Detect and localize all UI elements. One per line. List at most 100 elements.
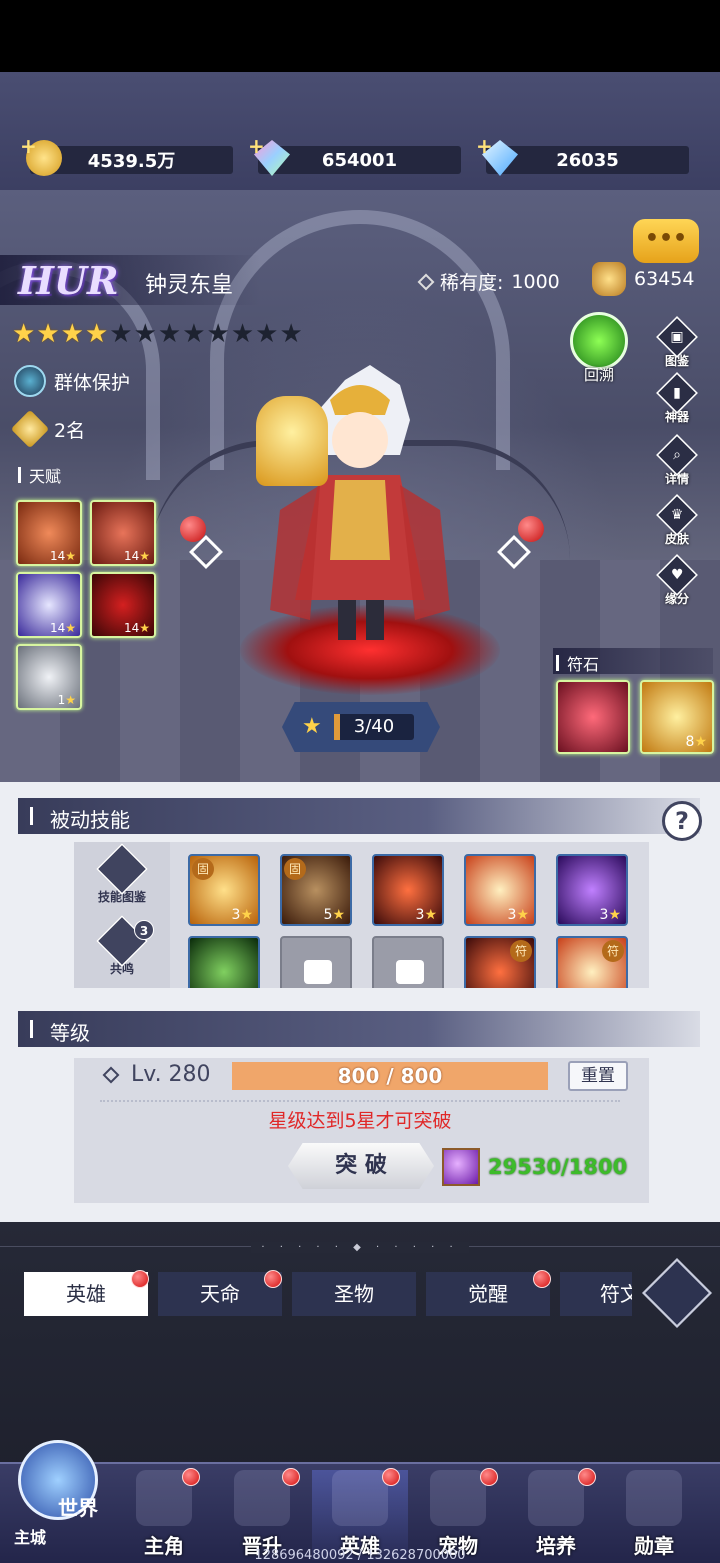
rune-slot-2[interactable]: 8★ bbox=[640, 680, 714, 754]
passive-skill-9[interactable]: 符 bbox=[464, 936, 536, 988]
xp-bar: 800 / 800 bbox=[232, 1062, 548, 1090]
xp-text: 800 / 800 bbox=[337, 1064, 443, 1088]
star-empty-icon: ★ bbox=[279, 319, 303, 349]
rune-badge: 符 bbox=[510, 940, 532, 962]
rollback-button[interactable]: 回溯 bbox=[566, 312, 632, 385]
nav-item-main[interactable]: 主角 bbox=[116, 1470, 212, 1560]
tab-rune[interactable]: 符文 bbox=[560, 1272, 632, 1316]
nav-item-medal[interactable]: 勋章 bbox=[606, 1470, 702, 1560]
hero-role-tag[interactable]: 群体保护 bbox=[14, 364, 130, 398]
power-value: 63454 bbox=[634, 268, 695, 290]
passive-skills-header: 被动技能 bbox=[18, 798, 700, 834]
side-button-codex[interactable]: ▣ 图鉴 bbox=[654, 316, 700, 369]
hero-level: Lv. 280 bbox=[102, 1062, 211, 1087]
resource-diamond-value: 26035 bbox=[556, 149, 619, 171]
tab-hero[interactable]: 英雄 bbox=[24, 1272, 148, 1316]
passive-skill-4[interactable]: 3★ bbox=[464, 854, 536, 926]
tab-relic[interactable]: 圣物 bbox=[292, 1272, 416, 1316]
helmet-icon bbox=[332, 1470, 388, 1526]
talent-level: 14 bbox=[123, 549, 140, 563]
side-button-details[interactable]: ⌕ 详情 bbox=[654, 434, 700, 487]
hero-rarity: 稀有度: 1000 bbox=[417, 268, 560, 295]
divider bbox=[100, 1100, 620, 1102]
talent-level: 14 bbox=[123, 621, 140, 635]
passive-skill-2[interactable]: 固 5★ bbox=[280, 854, 352, 926]
side-button-skin[interactable]: ♛ 皮肤 bbox=[654, 494, 700, 547]
tab-label: 圣物 bbox=[334, 1282, 374, 1306]
star-empty-icon: ★ bbox=[133, 319, 157, 349]
hero-name: 钟灵东皇 bbox=[145, 273, 234, 298]
breakthrough-cost: 29530/1800 bbox=[442, 1148, 627, 1186]
resource-crystal[interactable]: + 654001 bbox=[248, 134, 461, 176]
star-filled-icon: ★ bbox=[60, 319, 84, 349]
talent-slot-4[interactable]: 14★ bbox=[90, 572, 156, 638]
star-progress-bar: 3/40 bbox=[334, 714, 414, 740]
plus-icon[interactable]: + bbox=[476, 134, 493, 158]
star-empty-icon: ★ bbox=[206, 319, 230, 349]
resonance-badge: 3 bbox=[134, 920, 154, 940]
world-button[interactable]: 世界 主城 bbox=[6, 1440, 110, 1556]
tab-awaken[interactable]: 觉醒 bbox=[426, 1272, 550, 1316]
crown-icon bbox=[592, 262, 626, 296]
star-upgrade-progress[interactable]: ★ 3/40 bbox=[282, 702, 440, 752]
rarity-label: 稀有度: bbox=[440, 272, 504, 294]
star-progress-fill bbox=[334, 714, 340, 740]
plus-icon[interactable]: + bbox=[248, 134, 265, 158]
skill-codex-button[interactable]: 技能图鉴 bbox=[74, 842, 170, 905]
chat-button[interactable]: ••• bbox=[633, 219, 699, 263]
talent-slot-5[interactable]: 1★ bbox=[16, 644, 82, 710]
city-label: 主城 bbox=[14, 1528, 47, 1547]
status-area bbox=[0, 0, 720, 72]
lock-icon bbox=[396, 960, 424, 984]
passive-skill-3[interactable]: 3★ bbox=[372, 854, 444, 926]
passive-skill-10[interactable]: 符 bbox=[556, 936, 628, 988]
diamond-icon bbox=[417, 273, 435, 290]
world-label: 世界 bbox=[58, 1496, 98, 1520]
plus-icon[interactable]: + bbox=[20, 134, 37, 158]
pet-icon bbox=[430, 1470, 486, 1526]
talent-slot-2[interactable]: 14★ bbox=[90, 500, 156, 566]
star-empty-icon: ★ bbox=[255, 319, 279, 349]
level-title: 等级 bbox=[50, 1021, 90, 1045]
golden-bell-icon bbox=[256, 396, 328, 486]
resource-gold[interactable]: + 4539.5万 bbox=[20, 134, 233, 176]
uid-text: 128696480092 / 132628700000 bbox=[254, 1548, 466, 1563]
purple-orb-icon bbox=[442, 1148, 480, 1186]
talent-slot-1[interactable]: 14★ bbox=[16, 500, 82, 566]
notification-dot bbox=[282, 1468, 300, 1486]
hero-rank-tag[interactable]: 2名 bbox=[10, 409, 85, 449]
passive-skills-box: 技能图鉴 共鸣 3 固 3★ 固 5★ 3★ 3★ 3★ 符 符 bbox=[74, 842, 649, 988]
next-hero-button[interactable] bbox=[497, 535, 531, 569]
passive-skill-1[interactable]: 固 3★ bbox=[188, 854, 260, 926]
upgrade-star-icon: ★ bbox=[302, 714, 322, 739]
passive-skill-5[interactable]: 3★ bbox=[556, 854, 628, 926]
train-icon bbox=[528, 1470, 584, 1526]
tab-label: 觉醒 bbox=[468, 1282, 508, 1306]
shield-icon bbox=[14, 365, 46, 397]
star-filled-icon: ★ bbox=[84, 319, 109, 349]
passive-skill-6[interactable] bbox=[188, 936, 260, 988]
help-button[interactable]: ? bbox=[662, 801, 702, 841]
star-empty-icon: ★ bbox=[157, 319, 182, 349]
passive-skill-locked bbox=[372, 936, 444, 988]
notification-dot bbox=[182, 1468, 200, 1486]
talent-slot-3[interactable]: 14★ bbox=[16, 572, 82, 638]
resource-gold-value: 4539.5万 bbox=[87, 151, 176, 172]
resonance-button[interactable]: 共鸣 3 bbox=[74, 914, 170, 977]
hero-role: 群体保护 bbox=[54, 371, 131, 394]
tab-label: 英雄 bbox=[66, 1282, 106, 1306]
star-empty-icon: ★ bbox=[109, 319, 133, 349]
target-icon bbox=[10, 409, 50, 449]
prev-hero-button[interactable] bbox=[189, 535, 223, 569]
notification-dot bbox=[578, 1468, 596, 1486]
side-button-artifact[interactable]: ▮ 神器 bbox=[654, 372, 700, 425]
reset-button[interactable]: 重置 bbox=[568, 1061, 628, 1091]
notification-dot bbox=[131, 1270, 149, 1288]
breakthrough-button[interactable]: 突 破 bbox=[288, 1143, 434, 1189]
notification-dot bbox=[533, 1270, 551, 1288]
rarity-value: 1000 bbox=[511, 270, 560, 293]
side-button-fate[interactable]: ♥ 缘分 bbox=[654, 554, 700, 607]
rune-slot-1[interactable] bbox=[556, 680, 630, 754]
resource-diamond[interactable]: + 26035 bbox=[476, 134, 689, 176]
star-filled-icon: ★ bbox=[36, 319, 60, 349]
